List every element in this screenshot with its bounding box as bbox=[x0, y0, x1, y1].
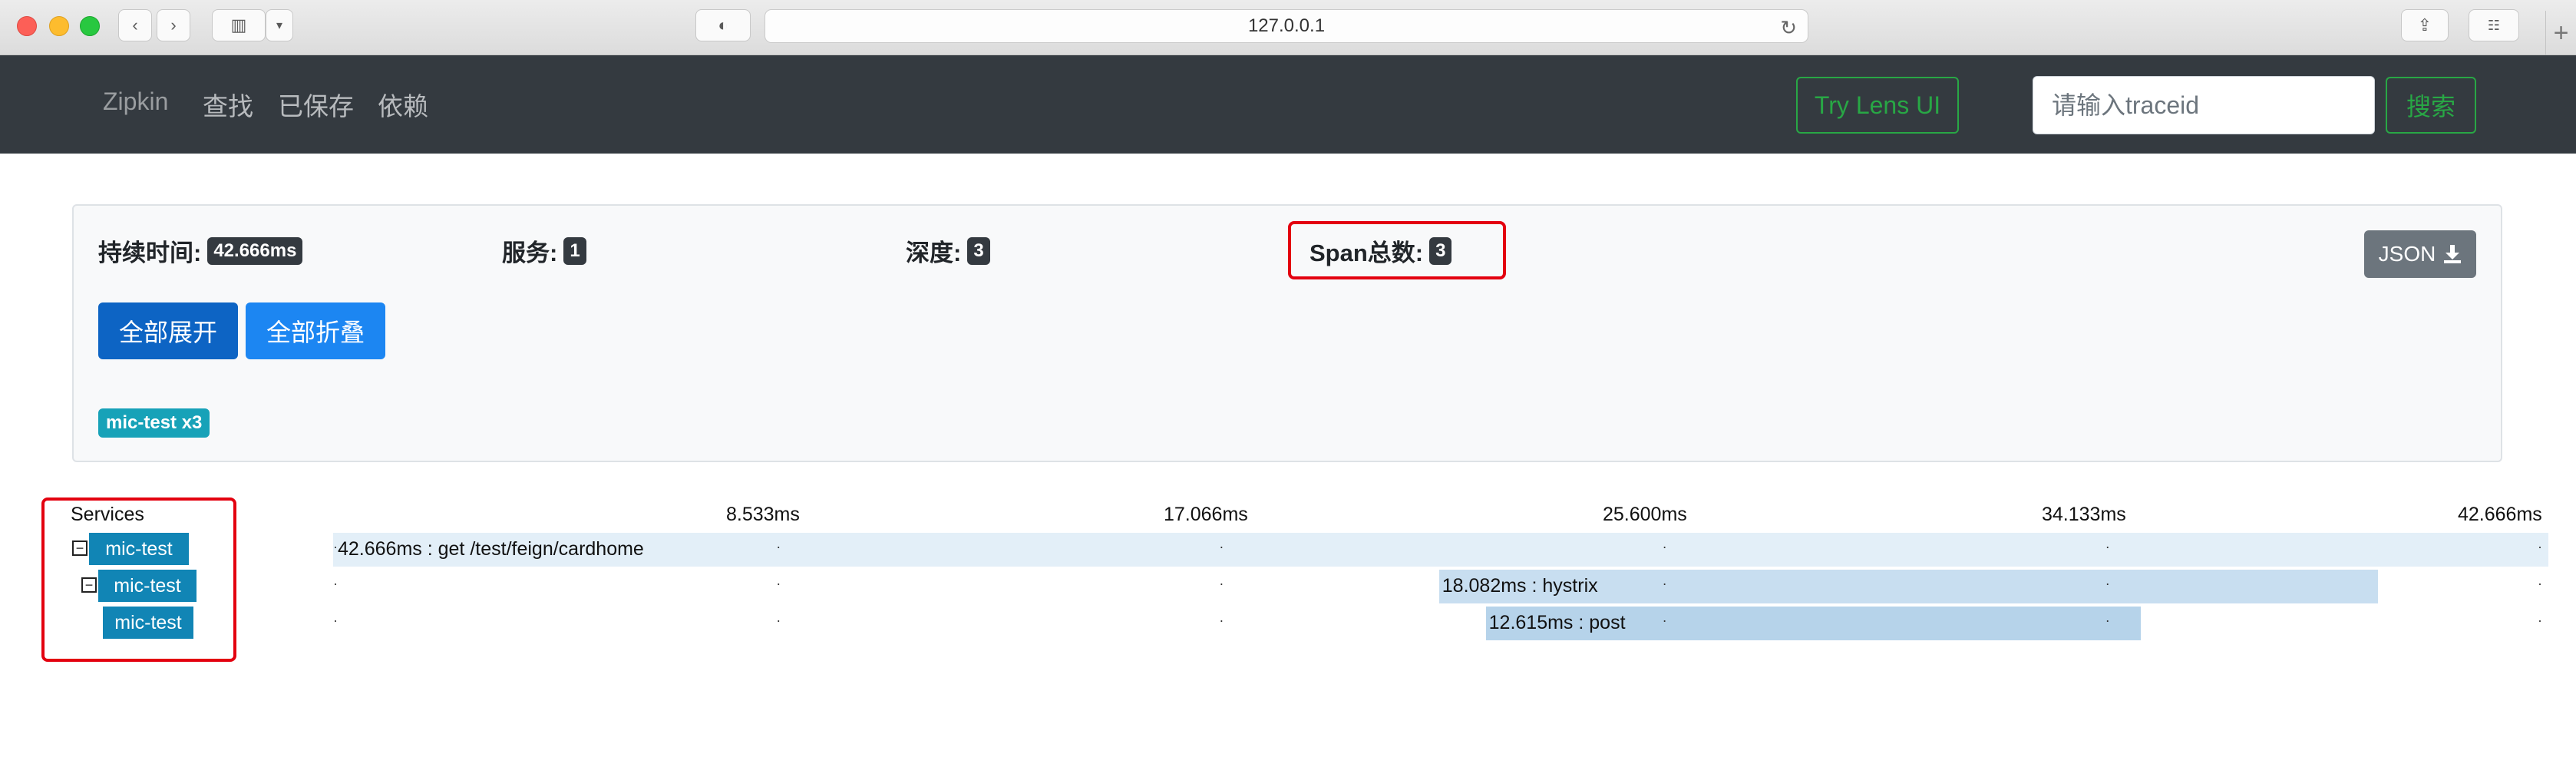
tick-dot: · bbox=[1219, 539, 1224, 554]
tick-dot: · bbox=[333, 576, 338, 591]
service-count-badge[interactable]: mic-test x3 bbox=[98, 408, 210, 438]
minimize-window-button[interactable] bbox=[49, 16, 69, 36]
services-badge: 1 bbox=[563, 236, 586, 265]
plus-icon: + bbox=[2553, 18, 2569, 48]
expand-all-button[interactable]: 全部展开 bbox=[98, 302, 238, 359]
navbar: Zipkin 查找 已保存 依赖 Try Lens UI 搜索 bbox=[0, 55, 2576, 154]
chevron-right-icon: › bbox=[170, 15, 177, 35]
tick-dot: · bbox=[2538, 576, 2542, 591]
tick-dot: · bbox=[2538, 613, 2542, 628]
span-label[interactable]: 18.082ms : hystrix bbox=[1442, 575, 1598, 597]
tick-dot: · bbox=[1219, 576, 1224, 591]
tick-dot: · bbox=[2538, 539, 2542, 554]
tick-dot: · bbox=[776, 539, 781, 554]
share-icon: ⇪ bbox=[2417, 15, 2432, 35]
sidebar-toggle-button[interactable]: ▥ bbox=[212, 9, 266, 41]
url-text: 127.0.0.1 bbox=[1247, 15, 1326, 36]
sidebar-menu-button[interactable]: ▾ bbox=[266, 9, 293, 41]
tick-label: 25.600ms bbox=[1603, 504, 1687, 525]
duration-stat: 持续时间: 42.666ms bbox=[98, 233, 303, 268]
browser-toolbar: ‹ › ▥ ▾ ◐ 127.0.0.1 ↻ ⇪ ☷ + bbox=[0, 0, 2576, 55]
download-icon bbox=[2444, 245, 2462, 263]
tick-dot: · bbox=[776, 576, 781, 591]
try-lens-ui-button[interactable]: Try Lens UI bbox=[1796, 77, 1959, 134]
span-bar[interactable] bbox=[333, 533, 2548, 567]
depth-stat: 深度: 3 bbox=[906, 233, 990, 268]
tab-overview-button[interactable]: ☷ bbox=[2469, 9, 2519, 41]
address-bar[interactable]: 127.0.0.1 ↻ bbox=[765, 9, 1808, 43]
tick-label: 17.066ms bbox=[1164, 504, 1248, 525]
grid-icon: ☷ bbox=[2487, 17, 2501, 33]
services-label: 服务: bbox=[502, 240, 558, 266]
span-count-highlight bbox=[1288, 221, 1506, 279]
tick-dot: · bbox=[1662, 613, 1667, 628]
brand-link[interactable]: Zipkin bbox=[103, 88, 168, 116]
nav-link-find[interactable]: 查找 bbox=[203, 86, 253, 123]
tick-label: 42.666ms bbox=[2458, 504, 2542, 525]
collapse-all-button[interactable]: 全部折叠 bbox=[246, 302, 385, 359]
nav-link-saved[interactable]: 已保存 bbox=[278, 86, 354, 123]
shield-icon: ◐ bbox=[718, 15, 728, 35]
services-highlight bbox=[41, 498, 236, 662]
depth-badge: 3 bbox=[967, 236, 990, 265]
traceid-input[interactable] bbox=[2033, 76, 2375, 134]
depth-label: 深度: bbox=[906, 240, 962, 266]
close-window-button[interactable] bbox=[17, 16, 37, 36]
chevron-left-icon: ‹ bbox=[132, 15, 138, 35]
tick-dot: · bbox=[1662, 576, 1667, 591]
tick-dot: · bbox=[2105, 539, 2110, 554]
share-button[interactable]: ⇪ bbox=[2401, 9, 2449, 41]
services-stat: 服务: 1 bbox=[502, 233, 586, 268]
reload-icon[interactable]: ↻ bbox=[1780, 16, 1797, 40]
search-button[interactable]: 搜索 bbox=[2386, 77, 2476, 134]
chevron-down-icon: ▾ bbox=[276, 19, 283, 32]
tick-label: 34.133ms bbox=[2042, 504, 2126, 525]
tick-dot: · bbox=[2105, 613, 2110, 628]
json-button-label: JSON bbox=[2378, 242, 2436, 266]
nav-link-dependencies[interactable]: 依赖 bbox=[378, 86, 428, 123]
tick-dot: · bbox=[1662, 539, 1667, 554]
span-label[interactable]: 42.666ms : get /test/feign/cardhome bbox=[338, 538, 644, 560]
back-button[interactable]: ‹ bbox=[118, 9, 152, 41]
forward-button[interactable]: › bbox=[157, 9, 190, 41]
new-tab-button[interactable]: + bbox=[2545, 11, 2576, 55]
tick-dot: · bbox=[333, 613, 338, 628]
tick-dot: · bbox=[776, 613, 781, 628]
duration-label: 持续时间: bbox=[98, 240, 202, 266]
sidebar-icon: ▥ bbox=[230, 15, 247, 35]
duration-badge: 42.666ms bbox=[207, 236, 303, 265]
privacy-report-button[interactable]: ◐ bbox=[695, 9, 751, 41]
json-download-button[interactable]: JSON bbox=[2364, 230, 2476, 278]
tick-dot: · bbox=[2105, 576, 2110, 591]
tick-dot: · bbox=[1219, 613, 1224, 628]
zoom-window-button[interactable] bbox=[80, 16, 100, 36]
tick-label: 8.533ms bbox=[726, 504, 800, 525]
span-label[interactable]: 12.615ms : post bbox=[1489, 612, 1626, 634]
trace-summary-card: 持续时间: 42.666ms 服务: 1 深度: 3 Span总数: 3 JSO… bbox=[72, 204, 2502, 462]
